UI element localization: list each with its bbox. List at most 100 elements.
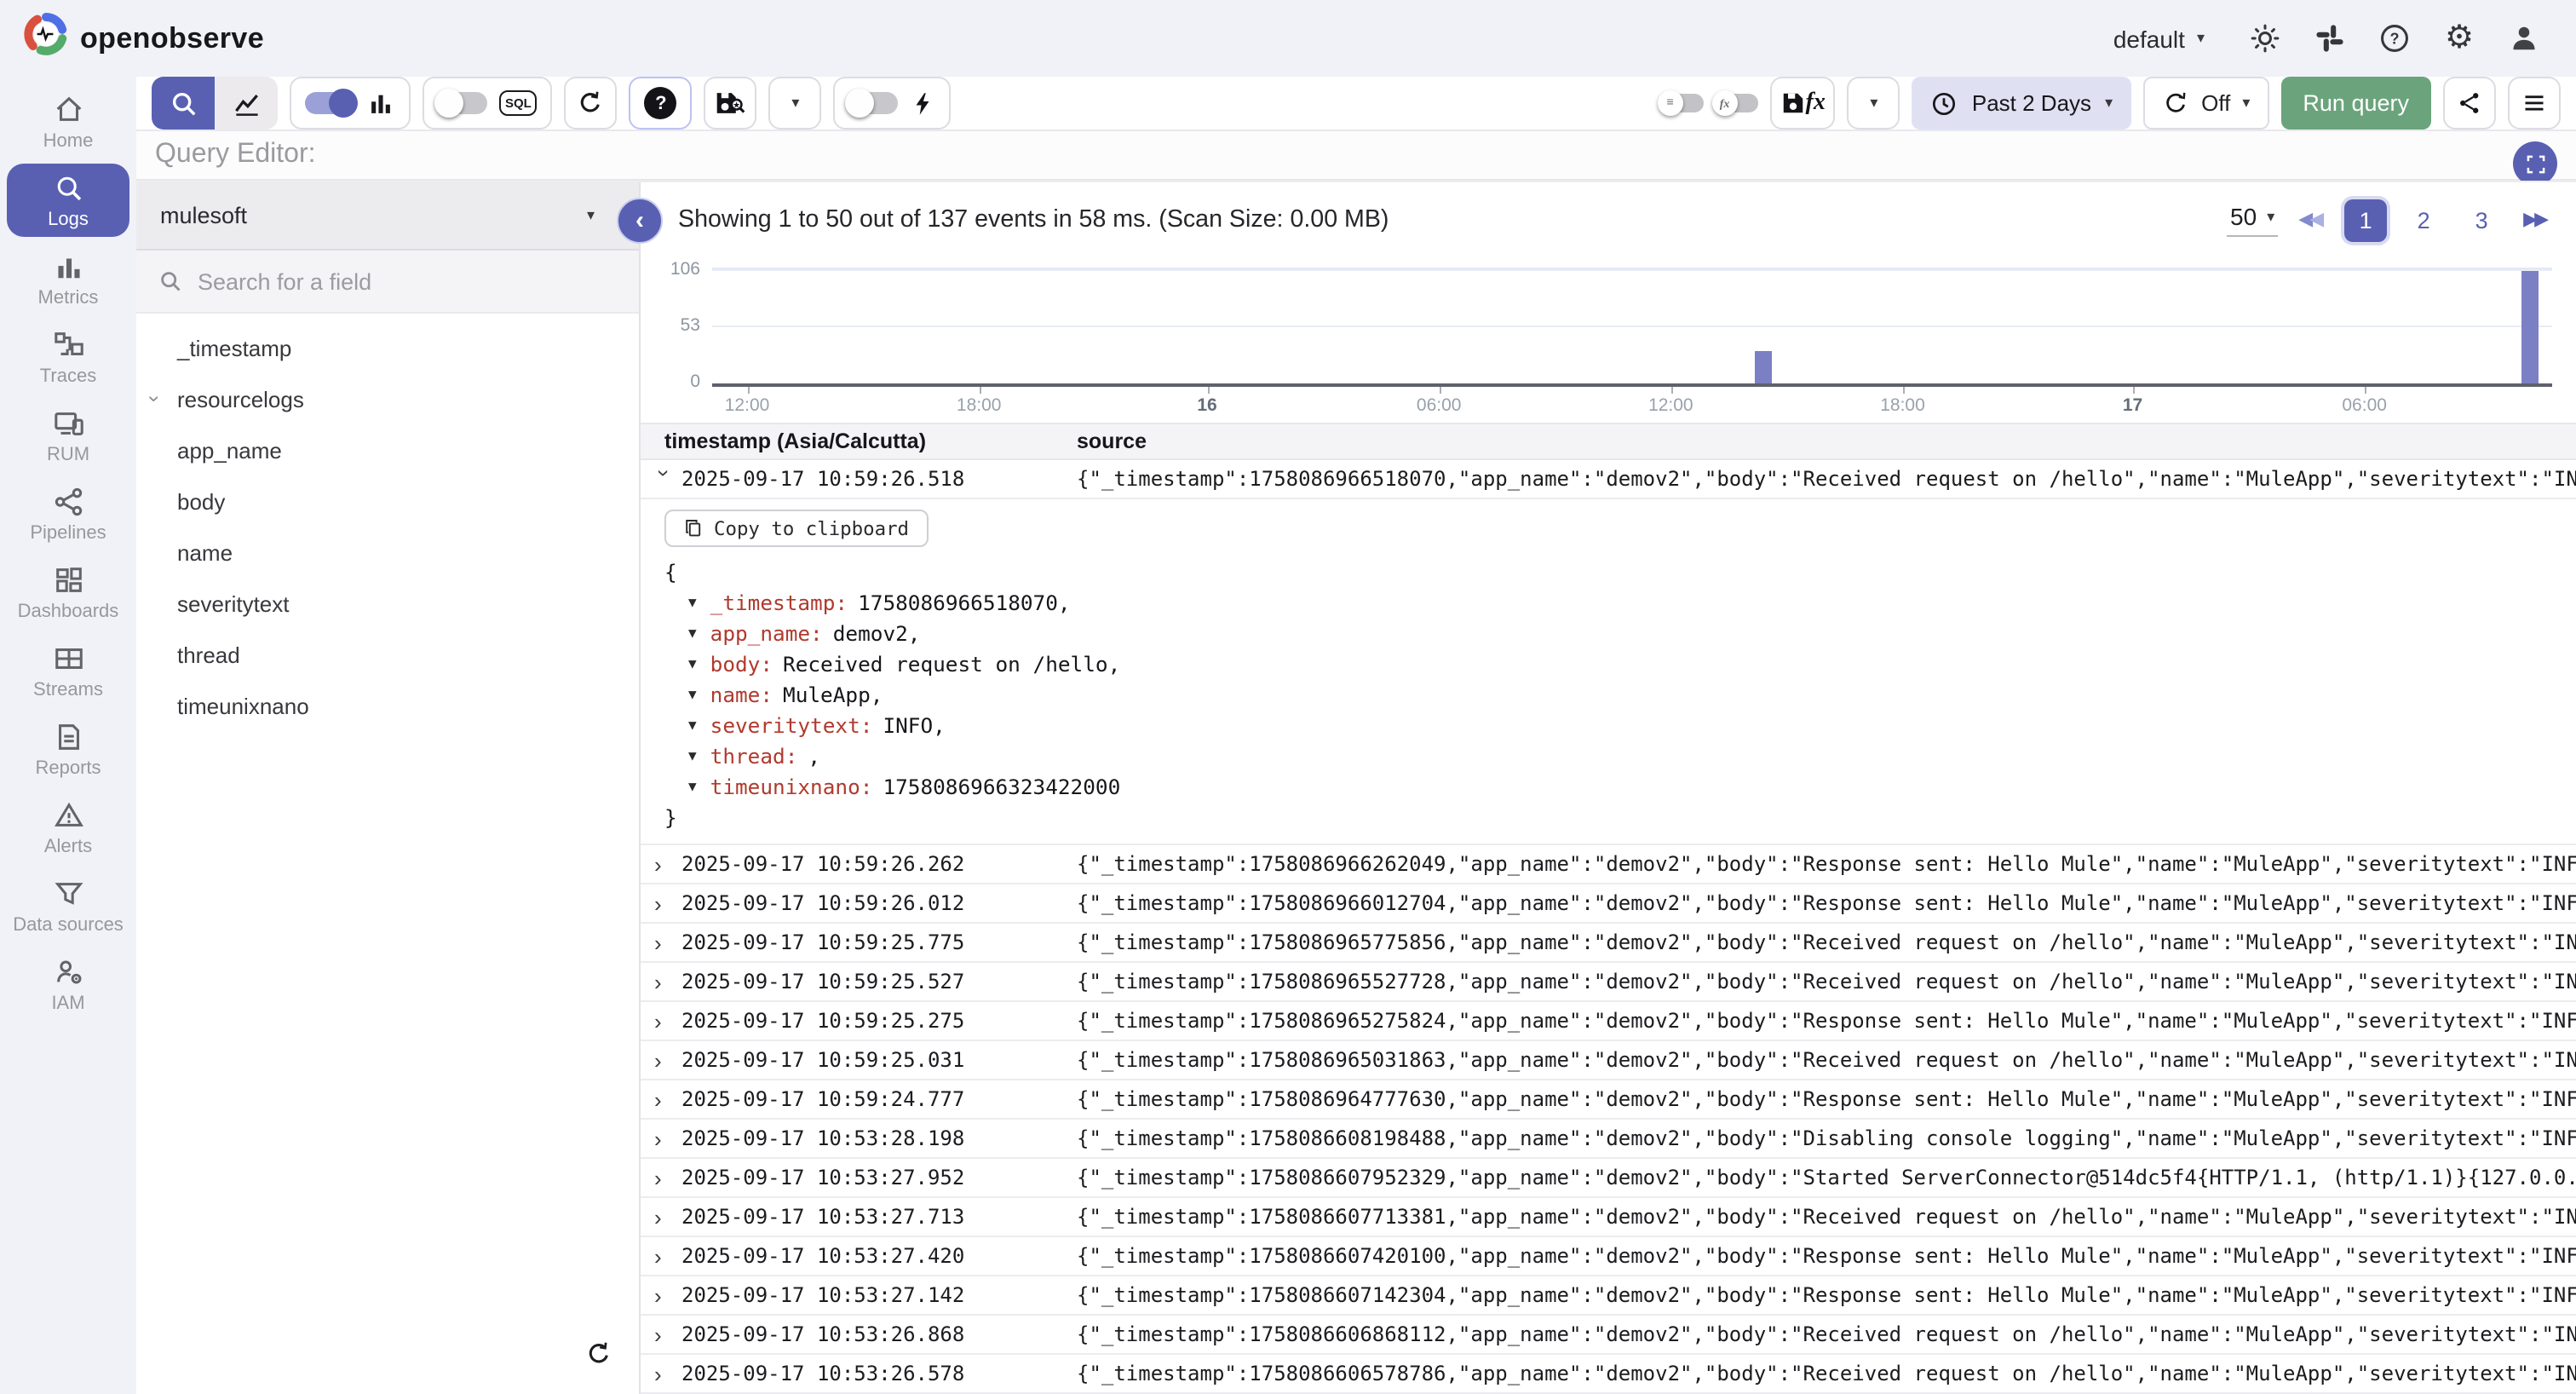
table-row[interactable]: › 2025-09-17 10:53:28.198 {"_timestamp":… (641, 1120, 2576, 1159)
row-expand-icon[interactable]: › (654, 1165, 675, 1190)
json-field-severitytext[interactable]: ▼ severitytext: INFO, (661, 711, 2576, 741)
field-item-_timestamp[interactable]: _timestamp (136, 322, 639, 373)
sidebar-item-dashboards[interactable]: Dashboards (7, 556, 129, 629)
sidebar-item-streams[interactable]: Streams (7, 634, 129, 707)
sql-mode-toggle[interactable] (438, 92, 487, 114)
profile-icon[interactable] (2506, 20, 2542, 56)
row-expand-icon[interactable]: › (654, 1204, 675, 1230)
table-row[interactable]: › 2025-09-17 10:53:26.578 {"_timestamp":… (641, 1355, 2576, 1394)
json-field-_timestamp[interactable]: ▼ _timestamp: 1758086966518070, (661, 588, 2576, 619)
table-row[interactable]: › 2025-09-17 10:59:26.518 {"_timestamp":… (641, 460, 2576, 499)
table-row[interactable]: › 2025-09-17 10:59:24.777 {"_timestamp":… (641, 1080, 2576, 1120)
quick-mode-toggle[interactable] (849, 92, 899, 114)
table-row[interactable]: › 2025-09-17 10:59:26.262 {"_timestamp":… (641, 845, 2576, 884)
sidebar-item-iam[interactable]: IAM (7, 948, 129, 1021)
chart-mode-button[interactable] (215, 77, 278, 130)
sidebar-item-rum[interactable]: RUM (7, 399, 129, 472)
function-dropdown-button[interactable]: ▾ (1848, 77, 1900, 130)
save-function-button[interactable]: fx (1770, 77, 1836, 130)
page-button-1[interactable]: 1 (2344, 199, 2387, 241)
table-row[interactable]: › 2025-09-17 10:53:27.142 {"_timestamp":… (641, 1276, 2576, 1316)
menu-button[interactable] (2508, 77, 2561, 130)
sidebar-item-pipelines[interactable]: Pipelines (7, 477, 129, 550)
table-row[interactable]: › 2025-09-17 10:59:25.527 {"_timestamp":… (641, 963, 2576, 1002)
json-field-name[interactable]: ▼ name: MuleApp, (661, 680, 2576, 711)
saved-search-dropdown-button[interactable]: ▾ (769, 77, 822, 130)
row-expand-icon[interactable]: › (654, 1008, 675, 1034)
field-dropdown-icon[interactable]: ▼ (688, 649, 697, 680)
table-row[interactable]: › 2025-09-17 10:59:25.031 {"_timestamp":… (641, 1041, 2576, 1080)
field-item-app_name[interactable]: app_name (136, 424, 639, 475)
save-search-button[interactable]: ★ (704, 77, 757, 130)
share-button[interactable] (2443, 77, 2496, 130)
time-range-selector[interactable]: Past 2 Days ▾ (1912, 77, 2131, 130)
page-button-3[interactable]: 3 (2460, 199, 2503, 241)
field-item-severitytext[interactable]: severitytext (136, 578, 639, 629)
field-dropdown-icon[interactable]: ▼ (688, 741, 697, 772)
row-expand-icon[interactable]: › (654, 851, 675, 877)
table-row[interactable]: › 2025-09-17 10:53:26.868 {"_timestamp":… (641, 1316, 2576, 1355)
field-search[interactable] (136, 251, 639, 314)
reset-filters-button[interactable] (565, 77, 618, 130)
copy-to-clipboard-button[interactable]: Copy to clipboard (664, 510, 928, 547)
query-editor[interactable]: Query Editor: (136, 131, 2576, 181)
sidebar-item-reports[interactable]: Reports (7, 712, 129, 786)
sidebar-item-data-sources[interactable]: Data sources (7, 869, 129, 942)
row-expand-icon[interactable]: › (654, 1361, 675, 1386)
row-expand-icon[interactable]: › (654, 1086, 675, 1112)
row-expand-icon[interactable]: › (654, 930, 675, 955)
fx-editor-toggle[interactable]: fx (1716, 94, 1758, 112)
table-row[interactable]: › 2025-09-17 10:53:27.952 {"_timestamp":… (641, 1159, 2576, 1198)
table-row[interactable]: › 2025-09-17 10:59:25.775 {"_timestamp":… (641, 924, 2576, 963)
row-expand-icon[interactable]: › (652, 469, 677, 489)
field-item-thread[interactable]: thread (136, 629, 639, 680)
json-field-thread[interactable]: ▼ thread: , (661, 741, 2576, 772)
chevron-down-icon[interactable]: › (143, 395, 167, 402)
sidebar-item-metrics[interactable]: Metrics (7, 242, 129, 315)
help-icon[interactable]: ? (2377, 20, 2412, 56)
first-page-button[interactable]: ◀◀ (2298, 210, 2324, 229)
row-expand-icon[interactable]: › (654, 1047, 675, 1073)
query-help-button[interactable]: ? (630, 77, 693, 130)
field-dropdown-icon[interactable]: ▼ (688, 711, 697, 741)
per-page-selector[interactable]: 50 ▾ (2227, 203, 2278, 237)
field-item-resourcelogs[interactable]: ›resourcelogs (136, 373, 639, 424)
last-page-button[interactable]: ▶▶ (2523, 210, 2549, 229)
wrap-lines-toggle[interactable]: ≡ (1661, 94, 1704, 112)
refresh-fields-button[interactable] (584, 1339, 613, 1377)
settings-icon[interactable]: ⚙ (2441, 20, 2477, 56)
json-field-timeunixnano[interactable]: ▼ timeunixnano: 1758086966323422000 (661, 772, 2576, 803)
table-row[interactable]: › 2025-09-17 10:53:27.713 {"_timestamp":… (641, 1198, 2576, 1237)
fullscreen-button[interactable] (2513, 141, 2557, 186)
field-item-body[interactable]: body (136, 475, 639, 527)
sidebar-item-home[interactable]: Home (7, 85, 129, 158)
table-row[interactable]: › 2025-09-17 10:53:27.420 {"_timestamp":… (641, 1237, 2576, 1276)
field-item-timeunixnano[interactable]: timeunixnano (136, 680, 639, 731)
collapse-fields-button[interactable]: ‹ (617, 198, 663, 244)
sidebar-item-alerts[interactable]: Alerts (7, 791, 129, 864)
table-row[interactable]: › 2025-09-17 10:59:26.012 {"_timestamp":… (641, 884, 2576, 924)
json-field-app_name[interactable]: ▼ app_name: demov2, (661, 619, 2576, 649)
field-dropdown-icon[interactable]: ▼ (688, 680, 697, 711)
histogram-toggle[interactable] (305, 92, 354, 114)
search-mode-button[interactable] (152, 77, 215, 130)
row-expand-icon[interactable]: › (654, 1322, 675, 1347)
row-expand-icon[interactable]: › (654, 1243, 675, 1269)
field-dropdown-icon[interactable]: ▼ (688, 772, 697, 803)
field-dropdown-icon[interactable]: ▼ (688, 619, 697, 649)
row-expand-icon[interactable]: › (654, 890, 675, 916)
table-row[interactable]: › 2025-09-17 10:59:25.275 {"_timestamp":… (641, 1002, 2576, 1041)
field-dropdown-icon[interactable]: ▼ (688, 588, 697, 619)
row-expand-icon[interactable]: › (654, 1282, 675, 1308)
org-selector[interactable]: default ▾ (2113, 25, 2205, 52)
refresh-interval-selector[interactable]: Off ▾ (2143, 77, 2268, 130)
json-field-body[interactable]: ▼ body: Received request on /hello, (661, 649, 2576, 680)
field-item-name[interactable]: name (136, 527, 639, 578)
page-button-2[interactable]: 2 (2402, 199, 2445, 241)
sidebar-item-traces[interactable]: Traces (7, 320, 129, 394)
sidebar-item-logs[interactable]: Logs (7, 164, 129, 237)
row-expand-icon[interactable]: › (654, 969, 675, 994)
run-query-button[interactable]: Run query (2280, 77, 2431, 130)
field-search-input[interactable] (198, 268, 538, 294)
stream-selector[interactable]: mulesoft ▾ (136, 182, 639, 251)
